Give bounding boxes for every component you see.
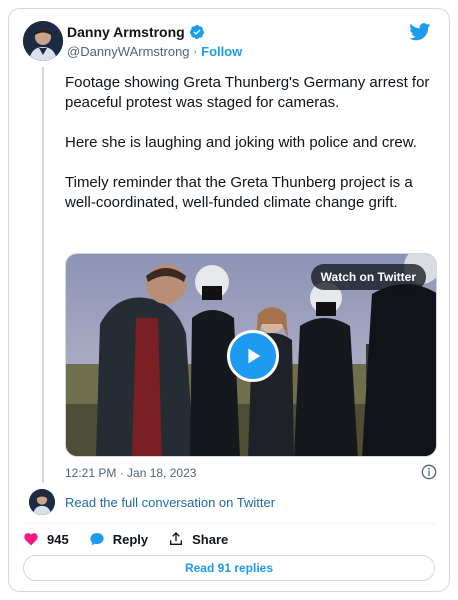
action-bar: 945 Reply Share bbox=[23, 531, 248, 547]
tweet-paragraph: Footage showing Greta Thunberg's Germany… bbox=[65, 74, 430, 111]
share-label: Share bbox=[192, 531, 229, 547]
verified-badge-icon bbox=[189, 25, 204, 39]
tweet-paragraph: Timely reminder that the Greta Thunberg … bbox=[65, 174, 413, 211]
tweet-paragraph: Here she is laughing and joking with pol… bbox=[65, 134, 417, 151]
reply-icon bbox=[90, 533, 104, 546]
read-conversation-link[interactable]: Read the full conversation on Twitter bbox=[65, 495, 275, 511]
heart-icon bbox=[24, 533, 38, 546]
author-handle[interactable]: @DannyWArmstrong bbox=[67, 44, 190, 59]
like-button[interactable]: 945 bbox=[23, 531, 69, 547]
handle-separator: · bbox=[193, 44, 198, 59]
author-block: Danny Armstrong @DannyWArmstrong · Follo… bbox=[67, 23, 242, 61]
divider bbox=[23, 523, 435, 524]
tweet-card: Danny Armstrong @DannyWArmstrong · Follo… bbox=[8, 8, 450, 592]
play-button[interactable] bbox=[227, 330, 279, 382]
tweet-text: Footage showing Greta Thunberg's Germany… bbox=[65, 73, 437, 233]
author-avatar[interactable] bbox=[23, 21, 63, 61]
info-icon[interactable] bbox=[421, 464, 437, 480]
watch-on-twitter-button[interactable]: Watch on Twitter bbox=[310, 264, 426, 290]
tweet-timestamp[interactable]: 12:21 PM · Jan 18, 2023 bbox=[65, 465, 196, 481]
reply-label: Reply bbox=[112, 531, 149, 547]
share-icon bbox=[170, 532, 183, 545]
thread-line bbox=[42, 67, 44, 483]
read-replies-button[interactable]: Read 91 replies bbox=[23, 555, 435, 581]
like-count: 945 bbox=[47, 531, 69, 547]
author-name[interactable]: Danny Armstrong bbox=[67, 23, 185, 41]
follow-link[interactable]: Follow bbox=[201, 44, 242, 59]
twitter-bird-icon[interactable] bbox=[409, 23, 431, 41]
reply-button[interactable]: Reply bbox=[89, 531, 148, 547]
share-button[interactable]: Share bbox=[168, 531, 228, 547]
conversation-avatar bbox=[29, 489, 55, 515]
play-icon bbox=[248, 348, 261, 364]
video-thumbnail[interactable]: Watch on Twitter bbox=[65, 253, 437, 457]
